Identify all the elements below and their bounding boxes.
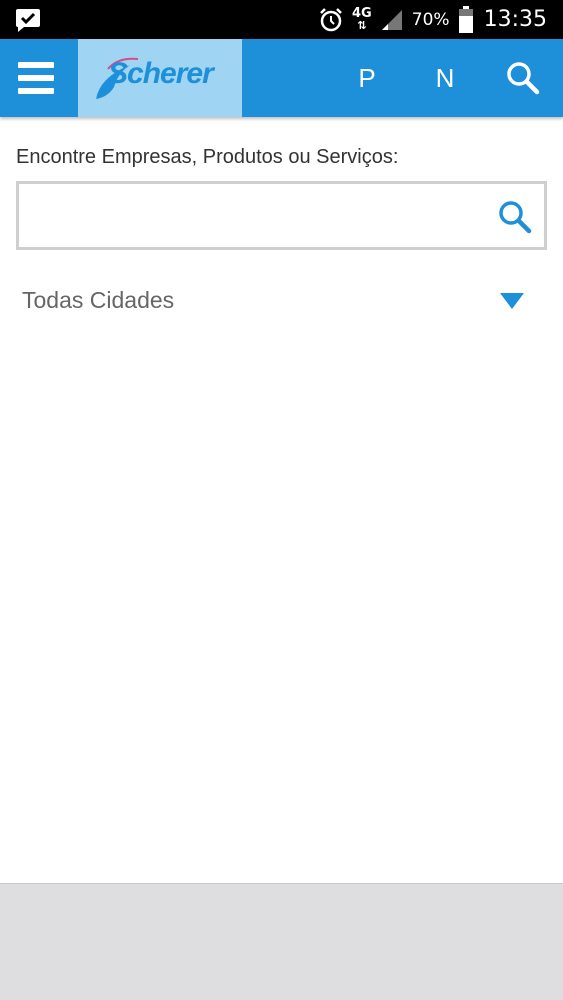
- n-button[interactable]: N: [420, 39, 470, 117]
- status-right-group: 4G ⇅ 70% 13:35: [310, 0, 547, 39]
- clock: 13:35: [483, 7, 547, 32]
- chevron-down-icon: [500, 293, 524, 309]
- search-icon: [507, 62, 540, 95]
- logo[interactable]: Scherer: [78, 39, 242, 117]
- search-label: Encontre Empresas, Produtos ou Serviços:: [16, 146, 399, 168]
- city-dropdown[interactable]: Todas Cidades: [16, 270, 547, 330]
- menu-icon: [18, 62, 54, 68]
- city-dropdown-value: Todas Cidades: [22, 287, 175, 313]
- logo-text: Scherer: [108, 57, 214, 90]
- search-input[interactable]: [27, 194, 487, 238]
- network-type: 4G ⇅: [352, 7, 372, 32]
- battery-percent: 70%: [411, 9, 450, 30]
- status-bar: 4G ⇅ 70% 13:35: [0, 0, 563, 39]
- battery-icon: [458, 5, 473, 33]
- search-box[interactable]: [16, 181, 547, 250]
- p-button[interactable]: P: [342, 39, 392, 117]
- data-arrows-icon: ⇅: [357, 18, 367, 32]
- signal-icon: [381, 9, 402, 30]
- app-bar: Scherer P N: [0, 39, 563, 117]
- notification-check-icon: [16, 9, 40, 32]
- bottom-panel: [0, 883, 563, 1000]
- search-button[interactable]: [498, 39, 548, 117]
- alarm-icon: [319, 7, 342, 31]
- menu-button[interactable]: [18, 56, 60, 100]
- search-submit-icon[interactable]: [498, 200, 532, 234]
